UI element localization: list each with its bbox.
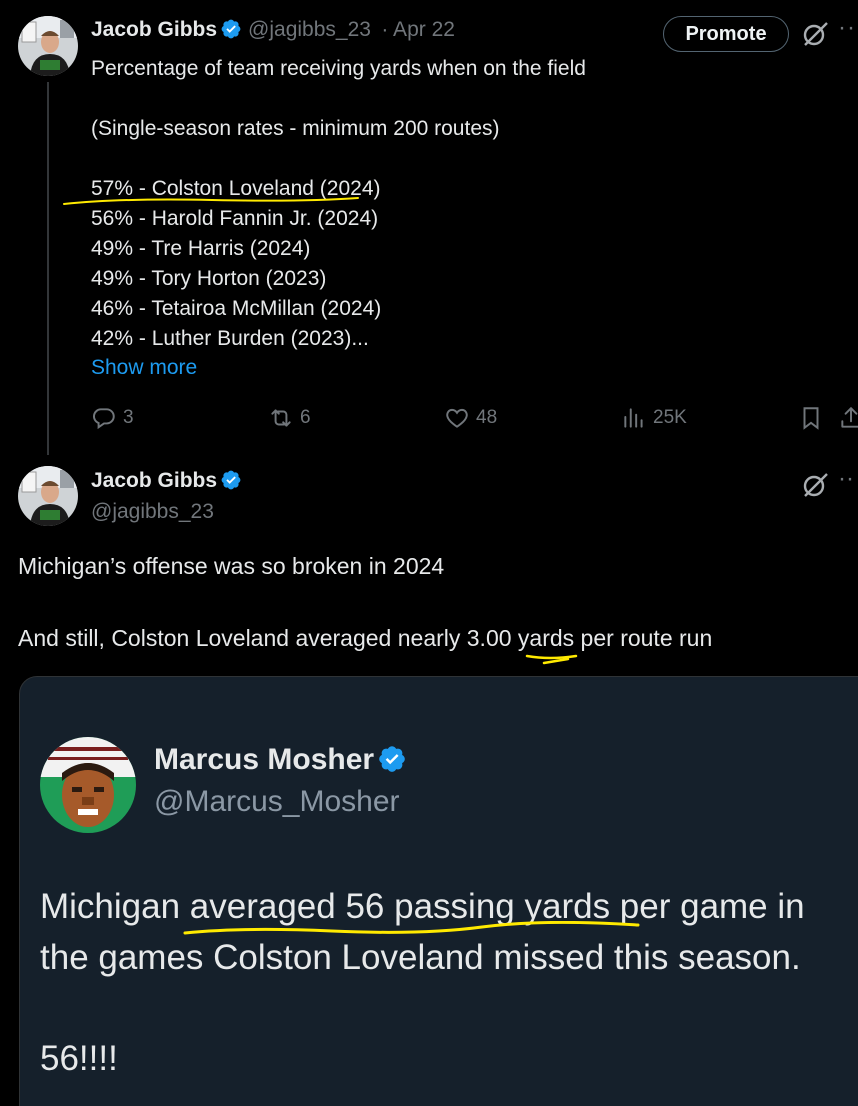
avatar[interactable] (18, 466, 78, 526)
quoted-text-line: Michigan averaged 56 passing yards per g… (40, 887, 805, 926)
quoted-author-name: Marcus Mosher (154, 743, 407, 777)
quoted-tweet-image[interactable]: Marcus Mosher @Marcus_Mosher Michigan av… (19, 676, 858, 1106)
avatar (40, 737, 136, 833)
like-button[interactable]: 48 (444, 404, 497, 432)
avatar[interactable] (18, 16, 78, 76)
share-button[interactable] (838, 404, 858, 432)
like-icon (446, 408, 468, 428)
quoted-author-handle: @Marcus_Mosher (154, 785, 400, 818)
reply-button[interactable]: 3 (91, 404, 134, 432)
tweet-text-line: Percentage of team receiving yards when … (91, 57, 586, 80)
tweet-text-line: 46% - Tetairoa McMillan (2024) (91, 297, 382, 320)
quoted-text-line: 56!!!! (40, 1039, 118, 1078)
tweet-text-line: Michigan’s offense was so broken in 2024 (18, 553, 445, 579)
grok-icon[interactable] (800, 19, 830, 49)
views-icon (624, 408, 643, 428)
quoted-text-line: the games Colston Loveland missed this s… (40, 938, 801, 977)
tweet-text-line: 49% - Tory Horton (2023) (91, 267, 327, 290)
bookmark-icon (803, 407, 819, 430)
more-options-icon[interactable]: ·· (838, 465, 854, 493)
reply-count: 3 (123, 407, 134, 428)
tweet-text-line: 49% - Tre Harris (2024) (91, 237, 311, 260)
tweet-text-line: 57% - Colston Loveland (2024) (91, 177, 381, 200)
tweet-text-line: (Single-season rates - minimum 200 route… (91, 117, 500, 140)
author-handle[interactable]: @jagibbs_23 (91, 500, 214, 524)
views-count: 25K (653, 407, 687, 428)
verified-badge-icon (221, 470, 241, 490)
tweet-text-line: And still, Colston Loveland averaged nea… (18, 625, 713, 651)
thread-connector-line (47, 82, 49, 455)
more-options-icon[interactable]: ·· (838, 14, 856, 42)
tweet-date[interactable]: · Apr 22 (381, 18, 455, 41)
views-button[interactable]: 25K (621, 404, 687, 432)
tweet-text-line: 56% - Harold Fannin Jr. (2024) (91, 207, 379, 230)
show-more-link[interactable]: Show more (91, 356, 197, 380)
reply-icon (92, 408, 115, 430)
like-count: 48 (476, 407, 498, 428)
verified-badge-icon (221, 19, 241, 39)
bookmark-button[interactable] (798, 404, 830, 432)
promote-button[interactable]: Promote (663, 16, 789, 52)
quoted-author-name-text: Marcus Mosher (154, 743, 375, 776)
highlight-underline (525, 654, 578, 665)
grok-icon[interactable] (800, 470, 830, 500)
tweet-header: Jacob Gibbs (91, 469, 242, 493)
retweet-icon (271, 409, 291, 427)
verified-badge-icon (379, 746, 405, 772)
author-name[interactable]: Jacob Gibbs (91, 18, 217, 41)
author-name[interactable]: Jacob Gibbs (91, 469, 217, 492)
share-icon (841, 407, 858, 428)
tweet-header: Jacob Gibbs @jagibbs_23 · Apr 22 (91, 18, 455, 42)
retweet-count: 6 (300, 407, 311, 428)
tweet-text-line: 42% - Luther Burden (2023)... (91, 327, 369, 350)
retweet-button[interactable]: 6 (268, 404, 311, 432)
author-handle[interactable]: @jagibbs_23 (248, 18, 371, 41)
